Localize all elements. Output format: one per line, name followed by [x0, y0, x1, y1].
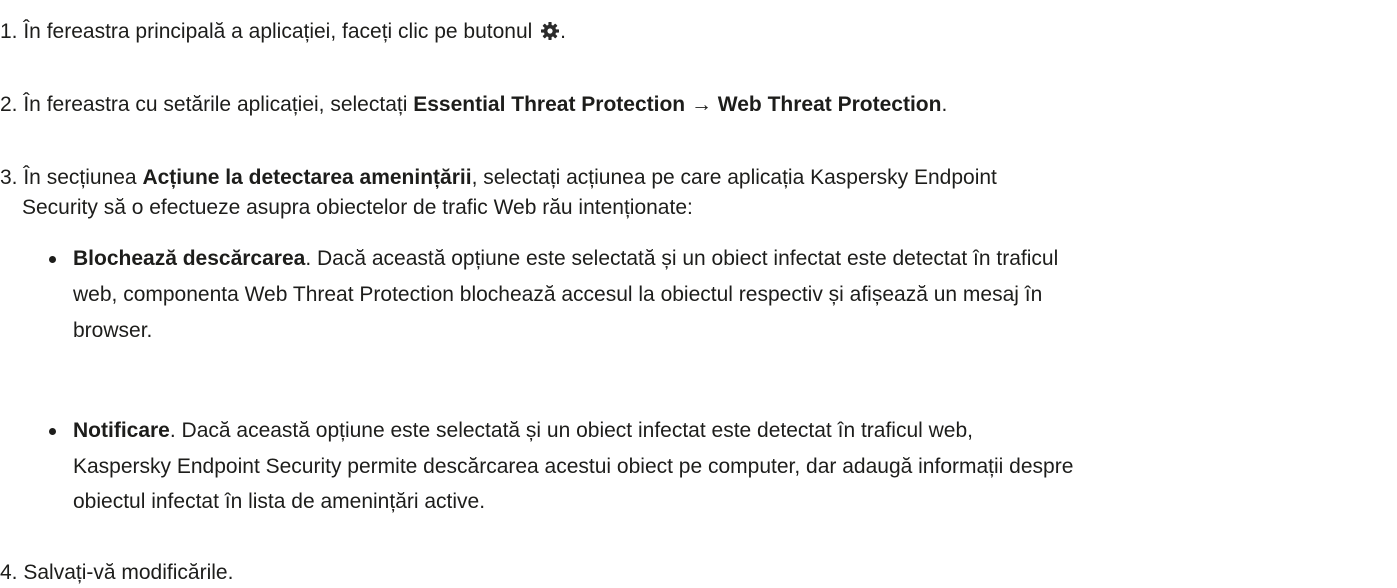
step-number: 2. [0, 93, 18, 116]
step-text-cont: , selectați acțiunea pe care aplicația K… [471, 166, 997, 189]
option-block-download-line-2: web, componenta Web Threat Protection bl… [73, 280, 1042, 310]
option-text-line3: browser. [73, 319, 153, 342]
step-3-line-2: Security să o efectueze asupra obiectelo… [22, 193, 693, 223]
step-text-end: . [941, 93, 948, 116]
step-number: 4. [0, 561, 18, 584]
option-notify: Notificare. Dacă această opțiune este se… [73, 416, 973, 446]
option-notify-line-2: Kaspersky Endpoint Security permite desc… [73, 452, 1073, 482]
step-text-line2: Security să o efectueze asupra obiectelo… [22, 196, 693, 219]
step-number: 3. [0, 166, 18, 189]
step-text: În fereastra principală a aplicației, fa… [17, 20, 539, 43]
step-2: 2. În fereastra cu setările aplicației, … [0, 90, 947, 120]
option-text: . Dacă această opțiune este selectată și… [169, 419, 973, 442]
option-title: Notificare [73, 419, 170, 442]
step-1: 1. În fereastra principală a aplicației,… [0, 17, 566, 50]
option-text-line2: Kaspersky Endpoint Security permite desc… [73, 455, 1074, 478]
option-title: Blochează descărcarea [73, 247, 306, 270]
step-4: 4. Salvați-vă modificările. [0, 558, 233, 588]
section-name: Acțiune la detectarea amenințării [142, 166, 472, 189]
step-number: 1. [0, 20, 18, 43]
option-block-download: Blochează descărcarea. Dacă această opți… [73, 244, 1058, 274]
settings-path: Essential Threat Protection → Web Threat… [413, 93, 942, 116]
option-text-line2: web, componenta Web Threat Protection bl… [73, 283, 1043, 306]
step-text: Salvați-vă modificările. [17, 561, 234, 584]
option-block-download-line-3: browser. [73, 316, 152, 346]
option-notify-line-3: obiectul infectat în lista de amenințări… [73, 487, 485, 517]
step-3: 3. În secțiunea Acțiune la detectarea am… [0, 163, 997, 193]
step-text: În secțiunea [17, 166, 143, 189]
step-text-end: . [560, 20, 566, 43]
gear-icon [540, 20, 560, 50]
option-text-line3: obiectul infectat în lista de amenințări… [73, 490, 486, 513]
step-text: În fereastra cu setările aplicației, sel… [17, 93, 414, 116]
option-text: . Dacă această opțiune este selectată și… [305, 247, 1059, 270]
